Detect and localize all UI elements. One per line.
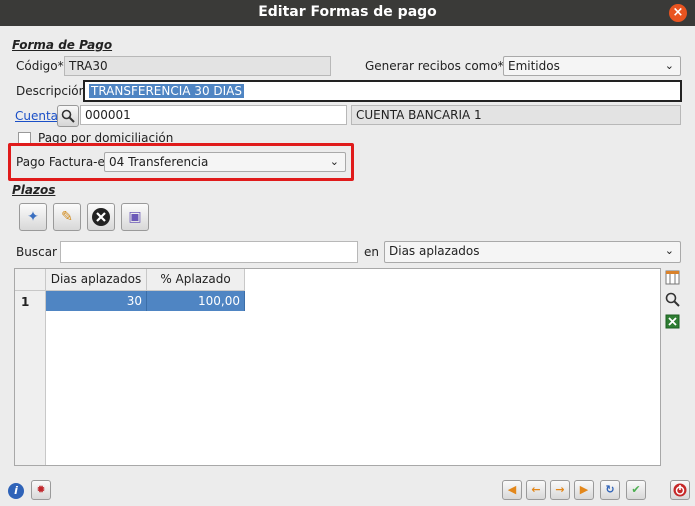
descripcion-field[interactable]: TRANSFERENCIA 30 DIAS	[83, 80, 682, 102]
columns-config-icon[interactable]	[664, 270, 681, 287]
cell-dias[interactable]: 30	[46, 291, 147, 311]
last-arrow-icon: ▶	[579, 483, 589, 496]
info-icon[interactable]: i	[8, 483, 24, 499]
descripcion-label: Descripción	[16, 84, 87, 98]
new-record-button[interactable]: ✦	[19, 203, 47, 231]
row-number[interactable]: 1	[21, 292, 29, 312]
checkmark-icon: ✔	[631, 483, 641, 496]
column-header-dias[interactable]: Dias aplazados	[46, 269, 147, 291]
search-icon	[61, 109, 75, 123]
codigo-label: Código*	[16, 59, 64, 73]
next-record-button[interactable]: →	[550, 480, 570, 500]
delete-icon	[92, 208, 110, 226]
cuenta-name-field: CUENTA BANCARIA 1	[351, 105, 681, 125]
plazos-table[interactable]: Dias aplazados % Aplazado 1 30 100,00	[14, 268, 661, 466]
pago-factura-label: Pago Factura-e	[16, 155, 105, 169]
new-document-icon: ✦	[27, 209, 39, 225]
edit-document-icon: ✎	[61, 209, 73, 225]
pago-factura-value: 04 Transferencia	[109, 155, 209, 169]
buscar-en-select[interactable]: Dias aplazados ⌄	[384, 241, 681, 263]
copy-record-button[interactable]: ▣	[121, 203, 149, 231]
first-record-button[interactable]: ◀	[502, 480, 522, 500]
section-plazos: Plazos	[12, 183, 56, 197]
generar-recibos-label: Generar recibos como*	[365, 59, 504, 73]
close-icon[interactable]: ×	[669, 4, 687, 22]
buscar-en-value: Dias aplazados	[389, 244, 480, 258]
accept-button[interactable]: ✔	[626, 480, 646, 500]
cuenta-code-field[interactable]: 000001	[80, 105, 347, 125]
section-forma-pago: Forma de Pago	[12, 38, 113, 52]
column-header-aplazado[interactable]: % Aplazado	[147, 269, 245, 291]
previous-arrow-icon: ←	[531, 483, 541, 496]
table-corner	[15, 269, 46, 291]
codigo-field[interactable]: TRA30	[64, 56, 331, 76]
excel-export-icon[interactable]	[664, 314, 681, 331]
buscar-label: Buscar	[16, 245, 57, 259]
clipboard-icon: ▣	[128, 209, 142, 225]
descripcion-value: TRANSFERENCIA 30 DIAS	[89, 84, 244, 98]
cuenta-search-button[interactable]	[57, 105, 79, 127]
delete-record-button[interactable]	[87, 203, 115, 231]
buscar-input[interactable]	[60, 241, 358, 263]
en-label: en	[364, 245, 379, 259]
chevron-down-icon: ⌄	[329, 155, 339, 168]
edit-record-button[interactable]: ✎	[53, 203, 81, 231]
chevron-down-icon: ⌄	[664, 59, 674, 72]
generar-recibos-select[interactable]: Emitidos ⌄	[503, 56, 681, 76]
window-title: Editar Formas de pago	[258, 4, 437, 20]
previous-record-button[interactable]: ←	[526, 480, 546, 500]
power-off-icon	[673, 483, 687, 497]
tools-button[interactable]: ✹	[31, 480, 51, 500]
pago-factura-select[interactable]: 04 Transferencia ⌄	[104, 152, 346, 172]
next-arrow-icon: →	[555, 483, 565, 496]
cell-aplazado[interactable]: 100,00	[147, 291, 245, 311]
last-record-button[interactable]: ▶	[574, 480, 594, 500]
search-icon[interactable]	[664, 292, 681, 309]
chevron-down-icon: ⌄	[664, 244, 674, 257]
first-arrow-icon: ◀	[507, 483, 517, 496]
starburst-icon: ✹	[36, 483, 46, 496]
cancel-button[interactable]	[670, 480, 690, 500]
generar-recibos-value: Emitidos	[508, 59, 560, 73]
refresh-button[interactable]: ↻	[600, 480, 620, 500]
refresh-icon: ↻	[605, 483, 615, 496]
cuenta-link[interactable]: Cuenta	[15, 106, 58, 126]
window-titlebar: Editar Formas de pago ×	[0, 0, 695, 26]
row-header-column	[15, 291, 46, 465]
